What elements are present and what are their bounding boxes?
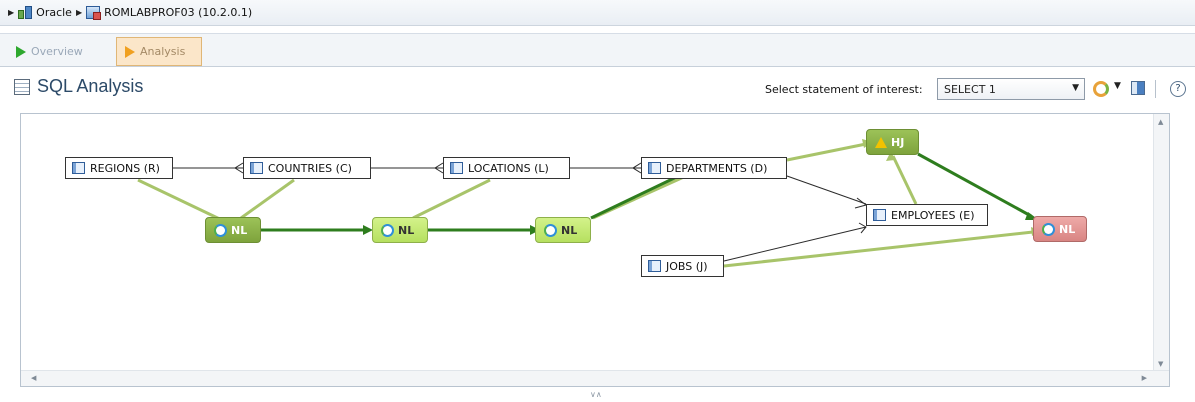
graph-canvas[interactable]: REGIONS (R) COUNTRIES (C) LOCATIONS (L) … — [20, 113, 1170, 387]
table-label: COUNTRIES (C) — [268, 161, 352, 175]
tab-label: Analysis — [140, 45, 186, 58]
collapse-expand-icon[interactable]: ∨∧ — [590, 390, 602, 399]
instance-icon — [86, 6, 102, 20]
warning-icon — [875, 136, 887, 148]
breadcrumb-label: Oracle — [36, 6, 72, 19]
breadcrumb-label: ROMLABPROF03 (10.2.0.1) — [104, 6, 253, 19]
vertical-scrollbar[interactable]: ▲ ▼ — [1153, 114, 1169, 372]
table-label: DEPARTMENTS (D) — [666, 161, 768, 175]
operator-label: NL — [1059, 222, 1076, 236]
table-icon — [450, 162, 463, 174]
play-orange-icon — [125, 45, 135, 58]
dropdown-arrow-icon[interactable]: ▼ — [1114, 81, 1121, 91]
expand-arrow-icon[interactable]: ▶ — [8, 8, 14, 17]
table-icon — [250, 162, 263, 174]
tab-overview[interactable]: Overview — [8, 37, 110, 66]
table-label: REGIONS (R) — [90, 161, 160, 175]
graph-edges — [137, 139, 1041, 268]
scroll-down-icon[interactable]: ▼ — [1158, 360, 1163, 368]
operator-node-nl[interactable]: NL — [372, 217, 428, 243]
nested-loop-icon — [214, 223, 227, 237]
table-icon — [873, 209, 886, 221]
flow-edge — [723, 230, 1034, 268]
analysis-header: SQL Analysis Select statement of interes… — [0, 69, 1195, 105]
breadcrumb: ▶ Oracle ▶ ROMLABPROF03 (10.2.0.1) — [0, 0, 1195, 26]
statement-select[interactable]: SELECT 1 ▼ — [937, 78, 1085, 100]
table-node-departments[interactable]: DEPARTMENTS (D) — [641, 157, 787, 179]
breadcrumb-item-oracle[interactable]: Oracle — [18, 6, 72, 19]
nested-loop-icon — [544, 223, 557, 237]
tab-label: Overview — [31, 45, 83, 58]
database-icon — [18, 6, 33, 19]
flow-edge — [412, 178, 491, 220]
flow-edge — [240, 178, 295, 220]
table-node-countries[interactable]: COUNTRIES (C) — [243, 157, 371, 179]
table-label: JOBS (J) — [666, 259, 708, 273]
panel-layout-icon[interactable] — [1131, 81, 1145, 95]
join-edge — [786, 175, 867, 205]
help-icon[interactable]: ? — [1170, 81, 1186, 97]
operator-label: NL — [561, 223, 578, 237]
refresh-layout-icon[interactable] — [1093, 81, 1109, 97]
statement-value: SELECT 1 — [944, 82, 996, 96]
breadcrumb-item-instance[interactable]: ROMLABPROF03 (10.2.0.1) — [86, 6, 253, 20]
horizontal-scrollbar[interactable]: ◀ ▶ — [21, 370, 1169, 386]
table-label: LOCATIONS (L) — [468, 161, 549, 175]
tab-bar: Overview Analysis — [0, 33, 1195, 67]
table-node-jobs[interactable]: JOBS (J) — [641, 255, 724, 277]
tab-analysis[interactable]: Analysis — [116, 37, 202, 66]
flow-edge — [891, 155, 918, 205]
sql-document-icon — [14, 78, 30, 95]
operator-node-nl[interactable]: NL — [1033, 216, 1087, 242]
table-node-regions[interactable]: REGIONS (R) — [65, 157, 173, 179]
table-node-employees[interactable]: EMPLOYEES (E) — [866, 204, 988, 226]
flow-edge — [137, 178, 227, 224]
chevron-down-icon: ▼ — [1072, 83, 1079, 93]
scroll-up-icon[interactable]: ▲ — [1158, 118, 1163, 126]
table-label: EMPLOYEES (E) — [891, 208, 975, 222]
operator-node-nl[interactable]: NL — [535, 217, 591, 243]
breadcrumb-separator-icon: ▶ — [75, 8, 83, 17]
scroll-left-icon[interactable]: ◀ — [31, 374, 36, 382]
nested-loop-icon — [381, 223, 394, 237]
operator-node-hj[interactable]: HJ — [866, 129, 919, 155]
operator-node-nl[interactable]: NL — [205, 217, 261, 243]
table-icon — [648, 162, 661, 174]
title-group: SQL Analysis — [14, 76, 143, 97]
flow-edge — [786, 142, 867, 162]
toolbar-divider — [1155, 80, 1156, 98]
scroll-right-icon[interactable]: ▶ — [1142, 374, 1147, 382]
play-green-icon — [16, 45, 26, 58]
join-edge — [723, 226, 867, 262]
operator-label: NL — [231, 223, 248, 237]
table-icon — [648, 260, 661, 272]
table-node-locations[interactable]: LOCATIONS (L) — [443, 157, 570, 179]
nested-loop-icon — [1042, 222, 1055, 236]
statement-label: Select statement of interest: — [765, 83, 923, 96]
table-icon — [72, 162, 85, 174]
operator-label: NL — [398, 223, 415, 237]
page-title: SQL Analysis — [37, 76, 144, 96]
operator-label: HJ — [891, 135, 905, 149]
